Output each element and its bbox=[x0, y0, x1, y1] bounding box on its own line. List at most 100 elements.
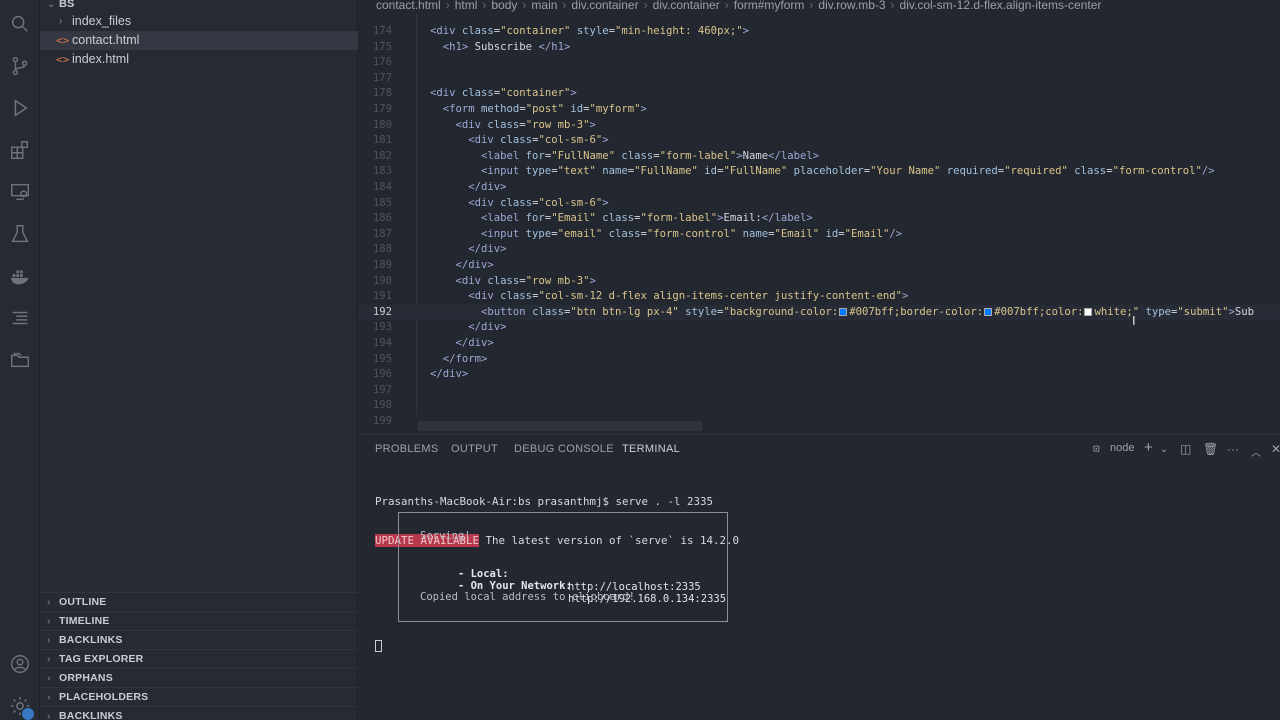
code-line[interactable]: 181 <div class="col-sm-6"> bbox=[358, 133, 1280, 149]
maximize-panel-icon[interactable]: ︿ bbox=[1251, 444, 1261, 459]
color-swatch-icon[interactable] bbox=[839, 307, 848, 316]
tab-output[interactable]: OUTPUT bbox=[451, 442, 498, 460]
code-line[interactable]: 198 bbox=[358, 398, 1280, 414]
line-number: 191 bbox=[372, 290, 392, 303]
section-orphans[interactable]: › ORPHANS bbox=[40, 668, 358, 687]
code-token: id bbox=[819, 227, 839, 240]
source-control-icon[interactable] bbox=[8, 54, 32, 78]
code-line[interactable]: 184 </div> bbox=[358, 180, 1280, 196]
breadcrumb-item[interactable]: div.col-sm-12.d-flex.align-items-center bbox=[900, 0, 1102, 11]
section-outline[interactable]: › OUTLINE bbox=[40, 592, 358, 611]
account-icon[interactable] bbox=[8, 652, 32, 676]
code-token: "form-label" bbox=[640, 212, 718, 225]
breadcrumb-item[interactable]: contact.html bbox=[376, 0, 441, 11]
breadcrumb-separator-icon: › bbox=[724, 0, 729, 12]
breadcrumb-item[interactable]: div.container bbox=[571, 0, 638, 11]
folders-icon[interactable] bbox=[8, 348, 32, 372]
color-swatch-icon[interactable] bbox=[984, 307, 993, 316]
code-token: > bbox=[589, 118, 596, 131]
section-backlinks[interactable]: › BACKLINKS bbox=[40, 630, 358, 649]
code-line[interactable]: 186 <label for="Email" class="form-label… bbox=[358, 211, 1280, 227]
line-number: 190 bbox=[372, 274, 392, 287]
search-icon[interactable] bbox=[8, 12, 32, 36]
code-line[interactable]: 183 <input type="text" name="FullName" i… bbox=[358, 164, 1280, 180]
code-line[interactable]: 182 <label for="FullName" class="form-la… bbox=[358, 149, 1280, 165]
code-line[interactable]: 196 </div> bbox=[358, 367, 1280, 383]
section-timeline[interactable]: › TIMELINE bbox=[40, 611, 358, 630]
section-placeholders[interactable]: › PLACEHOLDERS bbox=[40, 687, 358, 706]
code-token: </div> bbox=[430, 368, 469, 381]
code-line[interactable]: 174 <div class="container" style="min-hei… bbox=[358, 24, 1280, 40]
breadcrumb-item[interactable]: html bbox=[455, 0, 478, 11]
tree-item-index-files[interactable]: › index_files bbox=[40, 12, 358, 31]
code-line[interactable]: 197 bbox=[358, 383, 1280, 399]
tree-item-index-html[interactable]: <> index.html bbox=[40, 50, 358, 69]
chevron-down-icon[interactable]: ⌄ bbox=[1160, 444, 1168, 455]
breadcrumb-item[interactable]: body bbox=[491, 0, 517, 11]
line-number: 189 bbox=[372, 259, 392, 271]
code-token: "col-sm-12 d-flex align-items-center jus… bbox=[538, 290, 902, 303]
run-debug-icon[interactable] bbox=[8, 96, 32, 120]
section-tag-explorer[interactable]: › TAG EXPLORER bbox=[40, 649, 358, 668]
color-swatch-icon[interactable] bbox=[1084, 307, 1093, 316]
code-editor[interactable]: 174 <div class="container" style="min-hei… bbox=[358, 14, 1280, 434]
tree-item-contact-html[interactable]: <> contact.html bbox=[40, 31, 358, 50]
testing-icon[interactable] bbox=[8, 222, 32, 246]
code-token: > bbox=[742, 25, 749, 37]
breadcrumb-item[interactable]: div.row.mb-3 bbox=[818, 0, 885, 11]
code-line[interactable]: 175 <h1> Subscribe </h1> bbox=[358, 40, 1280, 56]
tab-debug-console[interactable]: DEBUG CONSOLE bbox=[514, 442, 614, 460]
line-number: 182 bbox=[372, 149, 392, 162]
docker-icon[interactable] bbox=[8, 264, 32, 288]
code-line[interactable]: 180 <div class="row mb-3"> bbox=[358, 118, 1280, 134]
code-line[interactable]: 195 </form> bbox=[358, 352, 1280, 368]
code-token: id bbox=[563, 103, 584, 115]
code-line[interactable]: 190 <div class="row mb-3"> bbox=[358, 274, 1280, 290]
code-line[interactable]: 188 </div> bbox=[358, 242, 1280, 258]
tab-problems[interactable]: PROBLEMS bbox=[375, 442, 439, 460]
code-line[interactable]: 177 bbox=[358, 71, 1280, 87]
terminal-shell-name[interactable]: node bbox=[1110, 442, 1134, 454]
code-line[interactable]: 192 <button class="btn btn-lg px-4" styl… bbox=[358, 304, 1280, 321]
outline-view-icon[interactable] bbox=[8, 306, 32, 330]
code-token: class bbox=[532, 305, 564, 318]
code-token: class bbox=[500, 196, 533, 209]
code-text: <input type="text" name="FullName" id="F… bbox=[430, 164, 1215, 180]
split-terminal-icon[interactable]: ◫ bbox=[1180, 442, 1191, 456]
code-text: <label for="FullName" class="form-label"… bbox=[430, 149, 819, 165]
section-backlinks-2[interactable]: › BACKLINKS bbox=[40, 706, 358, 720]
code-token: <button bbox=[430, 305, 533, 318]
breadcrumb-item[interactable]: form#myform bbox=[734, 0, 805, 11]
horizontal-scrollbar[interactable] bbox=[418, 421, 702, 431]
extensions-icon[interactable] bbox=[8, 138, 32, 162]
code-token: "min-height: 460px;" bbox=[615, 25, 743, 37]
code-line[interactable]: 194 </div> bbox=[358, 336, 1280, 352]
code-token: "form-label" bbox=[659, 149, 737, 162]
code-text: </div> bbox=[430, 367, 468, 383]
code-text: <label for="Email" class="form-label">Em… bbox=[430, 211, 813, 227]
breadcrumb-item[interactable]: main bbox=[531, 0, 557, 11]
code-token: </h1> bbox=[538, 40, 571, 53]
code-line[interactable]: 193 </div> bbox=[358, 320, 1280, 336]
new-terminal-icon[interactable]: + bbox=[1144, 439, 1153, 456]
breadcrumb-item[interactable]: div.container bbox=[653, 0, 720, 11]
text-cursor-icon: I bbox=[1132, 313, 1136, 328]
code-line[interactable]: 185 <div class="col-sm-6"> bbox=[358, 196, 1280, 212]
remote-explorer-icon[interactable] bbox=[8, 180, 32, 204]
code-line[interactable]: 191 <div class="col-sm-12 d-flex align-i… bbox=[358, 289, 1280, 305]
trash-icon[interactable]: 🗑 bbox=[1203, 442, 1218, 456]
code-line[interactable]: 189 </div> bbox=[358, 258, 1280, 274]
code-line[interactable]: 179 <form method="post" id="myform"> bbox=[358, 102, 1280, 118]
line-number: 185 bbox=[372, 196, 392, 209]
code-line[interactable]: 178 <div class="container"> bbox=[358, 86, 1280, 102]
code-line[interactable]: 187 <input type="email" class="form-cont… bbox=[358, 227, 1280, 243]
section-label: OUTLINE bbox=[59, 596, 107, 608]
breadcrumb: contact.html › html › body › main › div.containe… bbox=[358, 0, 1280, 14]
code-text: </div> bbox=[430, 258, 494, 274]
more-actions-icon[interactable]: ··· bbox=[1227, 442, 1239, 456]
tab-terminal[interactable]: TERMINAL bbox=[622, 442, 680, 460]
close-panel-icon[interactable]: ✕ bbox=[1271, 442, 1280, 456]
line-number: 180 bbox=[372, 118, 392, 131]
html-file-icon: <> bbox=[56, 53, 70, 66]
code-line[interactable]: 176 bbox=[358, 55, 1280, 71]
